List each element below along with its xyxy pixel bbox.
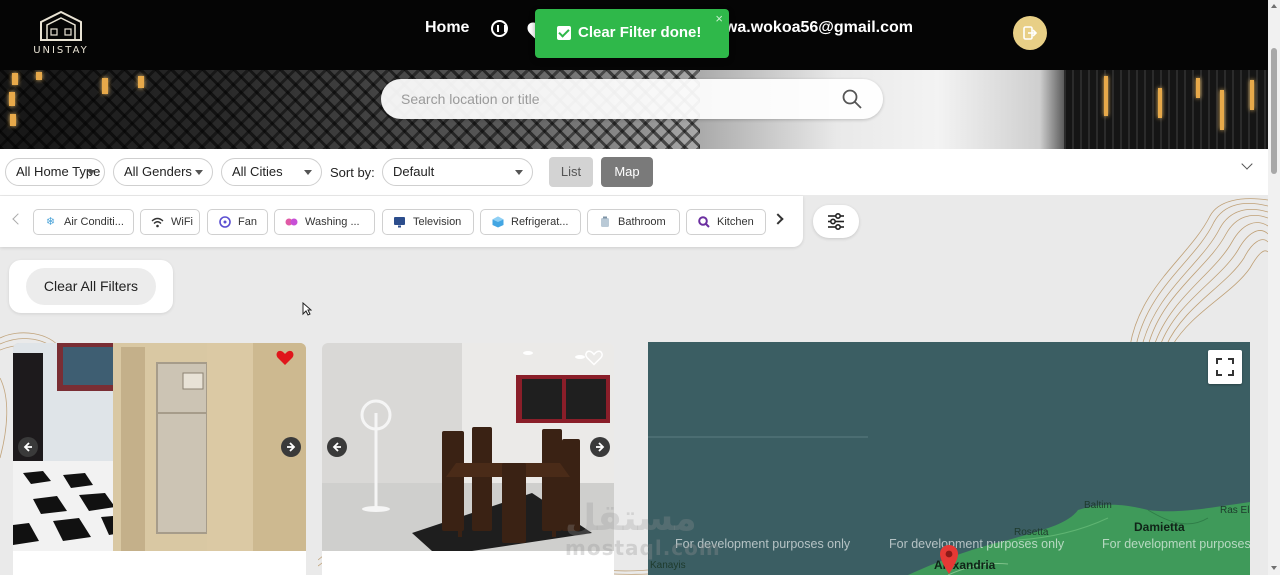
sort-label: Sort by: (330, 165, 375, 180)
kitchen-icon (697, 216, 710, 229)
logout-icon (1023, 26, 1038, 40)
scroll-up-icon[interactable] (1271, 4, 1277, 8)
advanced-filter-button[interactable] (813, 205, 859, 238)
amenity-label: Air Conditi... (64, 216, 124, 228)
bathroom-icon (598, 216, 611, 229)
mouse-cursor-icon (302, 302, 312, 316)
decorative-gold-waves (1129, 198, 1268, 346)
sliders-icon (828, 213, 844, 230)
search-icon[interactable] (842, 89, 862, 109)
amenity-chip-kitchen[interactable]: Kitchen (686, 209, 766, 235)
chevron-down-icon (87, 170, 95, 175)
sort-value: Default (393, 164, 435, 179)
hero-window-light (1158, 88, 1162, 118)
map-label: Ras El (1220, 505, 1250, 516)
clear-filter-toast: Clear Filter done! × (535, 9, 729, 58)
search-input[interactable] (401, 79, 821, 119)
fan-icon (218, 216, 231, 229)
gender-select[interactable]: All Genders (113, 158, 213, 186)
map-marker-icon[interactable] (938, 544, 960, 575)
amenity-label: WiFi (171, 216, 193, 228)
listing-photo[interactable] (13, 343, 306, 551)
hero-window-light (12, 73, 18, 85)
chevron-down-icon (195, 170, 203, 175)
chat-icon[interactable] (491, 20, 508, 37)
map-fullscreen-button[interactable] (1208, 350, 1242, 384)
amenity-chip-television[interactable]: Television (382, 209, 474, 235)
favorite-heart-outline-icon[interactable] (585, 350, 603, 366)
photo-next-button[interactable] (281, 437, 301, 457)
map-view-button[interactable]: Map (601, 157, 653, 187)
amenity-label: Television (413, 216, 462, 228)
hero-window-light (36, 72, 42, 80)
photo-next-button[interactable] (590, 437, 610, 457)
toast-message: Clear Filter done! (578, 24, 702, 41)
amenity-label: Fan (238, 216, 257, 228)
fullscreen-icon (1216, 358, 1234, 376)
amenity-label: Washing ... (305, 216, 360, 228)
unistay-logo[interactable]: UNISTAY (32, 10, 90, 56)
television-icon (393, 216, 406, 229)
chevron-down-icon (304, 170, 312, 175)
map-dev-notice: For development purposes only (1102, 537, 1250, 551)
arrow-left-icon (23, 442, 32, 452)
listing-card[interactable] (13, 343, 306, 575)
map-label: Baltim (1084, 500, 1112, 511)
hero-window-light (10, 114, 16, 126)
amenity-chip-wifi[interactable]: WiFi (140, 209, 200, 235)
gender-value: All Genders (124, 164, 192, 179)
search-box (381, 79, 883, 119)
city-select[interactable]: All Cities (221, 158, 322, 186)
map-view[interactable]: Baltim Ras El Rosetta Damietta Alexandri… (648, 342, 1250, 575)
wifi-icon (151, 216, 164, 229)
list-view-button[interactable]: List (549, 157, 593, 187)
arrow-left-icon (332, 442, 341, 452)
scroll-down-icon[interactable] (1271, 566, 1277, 570)
watermark-logo: مستقل (565, 498, 697, 539)
listing-details (13, 551, 306, 575)
hero-window-light (1104, 76, 1108, 116)
watermark-url: mostaql.com (565, 536, 721, 560)
hero-window-light (138, 76, 144, 88)
amenity-chip-refrigerator[interactable]: Refrigerat... (480, 209, 581, 235)
logo-text: UNISTAY (33, 45, 89, 56)
favorite-heart-filled-icon[interactable] (276, 350, 294, 366)
page-scrollbar[interactable] (1268, 0, 1280, 575)
scrollbar-thumb[interactable] (1271, 48, 1277, 174)
snowflake-icon: ❄ (45, 215, 56, 228)
hero-window-light (9, 92, 15, 106)
hero-window-light (1196, 78, 1200, 98)
clear-all-filters-button[interactable]: Clear All Filters (26, 268, 156, 305)
toast-close-icon[interactable]: × (715, 12, 723, 25)
amenity-chip-air-conditioning[interactable]: ❄ Air Conditi... (33, 209, 134, 235)
amenity-label: Bathroom (618, 216, 666, 228)
photo-prev-button[interactable] (327, 437, 347, 457)
photo-prev-button[interactable] (18, 437, 38, 457)
logo-house-icon (40, 10, 82, 41)
city-value: All Cities (232, 164, 283, 179)
amenity-label: Kitchen (717, 216, 754, 228)
map-dev-notice: For development purposes only (889, 537, 1065, 551)
hero-building-right (1064, 70, 1268, 149)
hero-window-light (1220, 90, 1224, 130)
checkbox-icon (557, 26, 571, 40)
arrow-right-icon (596, 442, 605, 452)
amenity-chip-fan[interactable]: Fan (207, 209, 268, 235)
refrigerator-icon (491, 216, 504, 229)
amenity-chip-bathroom[interactable]: Bathroom (587, 209, 680, 235)
home-type-select[interactable]: All Home Type (5, 158, 105, 186)
hero-window-light (102, 78, 108, 94)
sort-select[interactable]: Default (382, 158, 533, 186)
amenity-label: Refrigerat... (511, 216, 569, 228)
map-label: Damietta (1134, 520, 1185, 534)
chevron-down-icon (515, 170, 523, 175)
arrow-right-icon (287, 442, 296, 452)
logout-button[interactable] (1013, 16, 1047, 50)
amenity-chip-washing-machine[interactable]: Washing ... (274, 209, 375, 235)
nav-home-link[interactable]: Home (425, 19, 469, 37)
washing-machine-icon (285, 216, 298, 229)
map-label: Kanayis (650, 560, 686, 571)
hero-window-light (1250, 80, 1254, 110)
